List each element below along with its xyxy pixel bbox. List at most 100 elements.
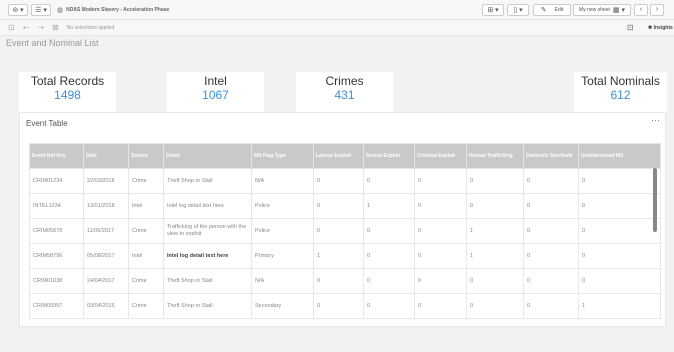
column-header[interactable]: Labour Exploit <box>313 143 364 169</box>
table-cell: 0 <box>523 243 579 269</box>
smart-search-icon[interactable]: ⊡ <box>8 23 15 32</box>
table-row[interactable]: CRIM05957 03/04/2015 Crime Theft Shop or… <box>29 293 661 319</box>
table-cell: CRIM01234 <box>29 168 84 194</box>
table-cell: 0 <box>414 218 467 244</box>
table-cell: 24/04/2017 <box>83 268 129 294</box>
step-back-icon[interactable]: ⇠ <box>23 23 30 32</box>
table-cell: 0 <box>313 193 364 219</box>
table-cell: 0 <box>414 293 467 319</box>
table-cell: N/A <box>251 268 314 294</box>
table-cell: CRIM05957 <box>29 293 84 319</box>
step-forward-icon[interactable]: ⇢ <box>37 23 44 32</box>
column-header[interactable]: Human Trafficking <box>466 143 524 169</box>
column-header[interactable]: Criminal Exploit <box>414 143 467 169</box>
table-cell: 0 <box>313 268 364 294</box>
selections-status: No selections applied <box>66 24 115 31</box>
table-cell: Intel <box>128 243 164 269</box>
more-options-icon[interactable]: ··· <box>651 115 660 125</box>
edit-button[interactable]: ✎ Edit <box>533 3 571 16</box>
table-cell: 0 <box>414 268 467 294</box>
table-row[interactable]: CRIM01038 24/04/2017 Crime Theft Shop or… <box>29 268 661 294</box>
table-header-row: Event Ref Key Date Source Detail MS Flag… <box>29 143 661 169</box>
table-cell: 0 <box>466 268 524 294</box>
table-cell: 0 <box>363 218 415 244</box>
table-cell: 0 <box>523 193 579 219</box>
table-cell: 0 <box>578 268 661 294</box>
kpi-value: 1498 <box>54 88 81 102</box>
table-cell: Intel <box>128 193 164 219</box>
table-cell: 0 <box>578 193 661 219</box>
table-cell: Theft Shop or Stall <box>163 168 252 194</box>
navigation-menu-button[interactable]: ⊚ ▾ <box>8 3 28 16</box>
column-header[interactable]: Undetermined MS <box>578 143 661 169</box>
kpi-intel[interactable]: Intel 1067 <box>167 72 264 112</box>
table-cell: 0 <box>578 243 661 269</box>
event-table-title: Event Table <box>26 119 68 128</box>
table-cell: 0 <box>578 168 661 194</box>
table-cell: 0 <box>313 168 364 194</box>
table-cell: 0 <box>523 268 579 294</box>
table-cell: 0 <box>466 293 524 319</box>
kpi-label: Crimes <box>325 74 364 88</box>
table-row[interactable]: INTEL1234 13/01/2018 Intel Intel log det… <box>29 193 661 219</box>
next-sheet-button[interactable]: › <box>650 3 664 16</box>
story-button[interactable]: ▯ ▾ <box>507 3 529 16</box>
app-menu-button[interactable]: ☰ ▾ <box>31 3 51 16</box>
column-header[interactable]: MS Flag Type <box>251 143 314 169</box>
column-header[interactable]: Sexual Exploit <box>363 143 415 169</box>
table-cell: Crime <box>128 168 164 194</box>
pencil-icon: ✎ <box>540 6 547 14</box>
kpi-total-nominals[interactable]: Total Nominals 612 <box>574 72 667 112</box>
kpi-value: 1067 <box>202 88 229 102</box>
table-cell: 0 <box>414 168 467 194</box>
table-cell: Intel log detail text here <box>163 243 252 269</box>
table-cell: 1 <box>578 293 661 319</box>
table-cell: Intel log detail text here <box>163 193 252 219</box>
selections-tool-icon[interactable]: ⊡ <box>627 23 634 32</box>
table-cell: Police <box>251 193 314 219</box>
table-cell: 0 <box>414 243 467 269</box>
kpi-value: 431 <box>334 88 355 102</box>
table-cell: 0 <box>523 293 579 319</box>
previous-sheet-button[interactable]: ‹ <box>634 3 648 16</box>
column-header[interactable]: Source <box>128 143 164 169</box>
table-scrollbar[interactable] <box>653 168 657 232</box>
insights-label: Insights <box>653 24 673 31</box>
table-cell: Crime <box>128 268 164 294</box>
table-cell: 1 <box>466 218 524 244</box>
app-icon: ◍ <box>57 6 64 14</box>
column-header[interactable]: Event Ref Key <box>29 143 84 169</box>
table-cell: 11/06/2017 <box>83 218 129 244</box>
sheet-grid-icon: ▦ ▾ <box>612 6 625 14</box>
table-cell: 0 <box>523 218 579 244</box>
column-header[interactable]: Detail <box>163 143 252 169</box>
table-cell: CRIM01038 <box>29 268 84 294</box>
edit-label: Edit <box>554 6 564 13</box>
table-cell: 22/03/2018 <box>83 168 129 194</box>
table-cell: 0 <box>313 218 364 244</box>
table-cell: 0 <box>363 293 415 319</box>
column-header[interactable]: Date <box>83 143 129 169</box>
table-cell: CRIM05678 <box>29 218 84 244</box>
kpi-total-records[interactable]: Total Records 1498 <box>19 72 116 112</box>
column-header[interactable]: Domestic Servitude <box>523 143 579 169</box>
sheet-selector[interactable]: My new sheet ▦ ▾ <box>573 3 631 16</box>
insights-button[interactable]: ✱ Insights <box>648 25 673 31</box>
bookmark-button[interactable]: ⊞ ▾ <box>482 3 504 16</box>
table-row[interactable]: CRIM01234 22/03/2018 Crime Theft Shop or… <box>29 168 661 194</box>
table-cell: 0 <box>414 193 467 219</box>
table-row[interactable]: CRIM58796 05/08/2017 Intel Intel log det… <box>29 243 661 269</box>
table-cell: 0 <box>466 193 524 219</box>
kpi-label: Total Nominals <box>581 74 660 88</box>
table-cell: Trafficking of the person with the view … <box>163 218 252 244</box>
clear-selections-icon[interactable]: ⊠ <box>52 23 59 32</box>
insights-icon: ✱ <box>648 24 653 31</box>
table-cell: 0 <box>313 293 364 319</box>
table-row[interactable]: CRIM05678 11/06/2017 Crime Trafficking o… <box>29 218 661 244</box>
table-cell: INTEL1234 <box>29 193 84 219</box>
event-table: Event Ref Key Date Source Detail MS Flag… <box>29 143 661 319</box>
table-cell: Crime <box>128 293 164 319</box>
kpi-value: 612 <box>610 88 631 102</box>
table-cell: 0 <box>363 268 415 294</box>
kpi-crimes[interactable]: Crimes 431 <box>296 72 393 112</box>
